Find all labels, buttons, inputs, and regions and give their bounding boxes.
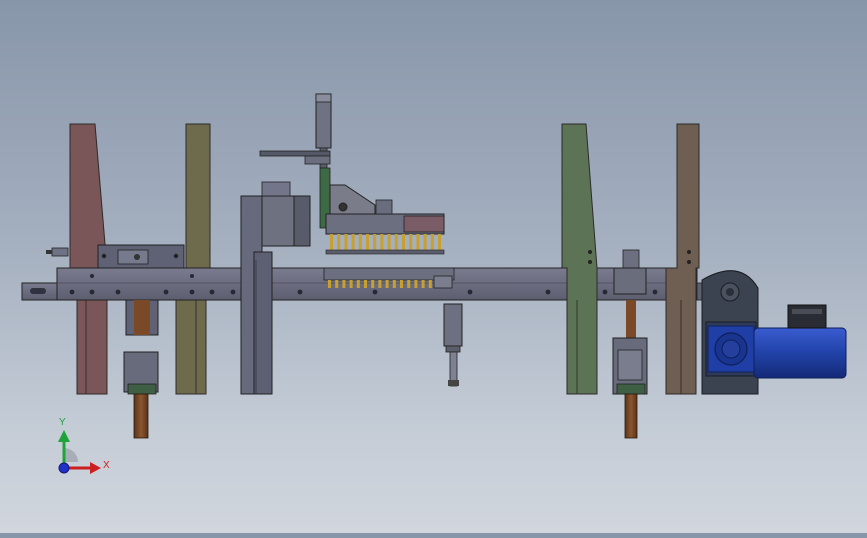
pin — [330, 234, 333, 250]
pin — [394, 234, 398, 250]
pin — [402, 234, 405, 250]
pin — [344, 234, 348, 250]
pin — [392, 280, 396, 288]
pin — [337, 234, 341, 250]
motor-body[interactable] — [753, 327, 847, 379]
pin — [349, 280, 353, 288]
coordinate-triad-icon: Y X — [58, 417, 110, 474]
triad-y-label: Y — [59, 417, 66, 428]
pin — [378, 280, 382, 288]
cad-viewport[interactable]: Y X — [0, 0, 867, 533]
left-sensor-tab[interactable] — [51, 247, 69, 257]
right-outer-plate[interactable] — [665, 123, 700, 395]
motor-terminal-box[interactable] — [787, 304, 827, 329]
pin — [366, 234, 369, 250]
pin — [430, 234, 434, 250]
pin — [328, 280, 331, 288]
pin — [414, 280, 418, 288]
pin — [400, 280, 403, 288]
pin — [371, 280, 375, 288]
pin — [335, 280, 339, 288]
pin — [416, 234, 420, 250]
pin-row-upper — [330, 234, 441, 250]
pin — [387, 234, 391, 250]
right-inner-plate[interactable] — [561, 123, 598, 395]
drive-unit[interactable] — [696, 270, 847, 395]
pin — [356, 280, 360, 288]
pin — [407, 280, 411, 288]
left-lift-cylinder[interactable] — [123, 299, 159, 439]
model-canvas: Y X — [21, 93, 847, 474]
triad-x-label: X — [103, 460, 110, 471]
right-lift-cylinder[interactable] — [612, 300, 648, 439]
probe-cylinder[interactable] — [443, 303, 463, 387]
triangular-bracket[interactable] — [329, 184, 376, 219]
pin — [423, 234, 427, 250]
pin — [342, 280, 346, 288]
pin — [409, 234, 413, 250]
pin — [421, 280, 425, 288]
pin — [364, 280, 367, 288]
pin — [373, 234, 377, 250]
pin — [380, 234, 384, 250]
pin — [358, 234, 362, 250]
pin — [428, 280, 432, 288]
pin — [385, 280, 389, 288]
pin — [351, 234, 355, 250]
pin — [438, 234, 441, 250]
